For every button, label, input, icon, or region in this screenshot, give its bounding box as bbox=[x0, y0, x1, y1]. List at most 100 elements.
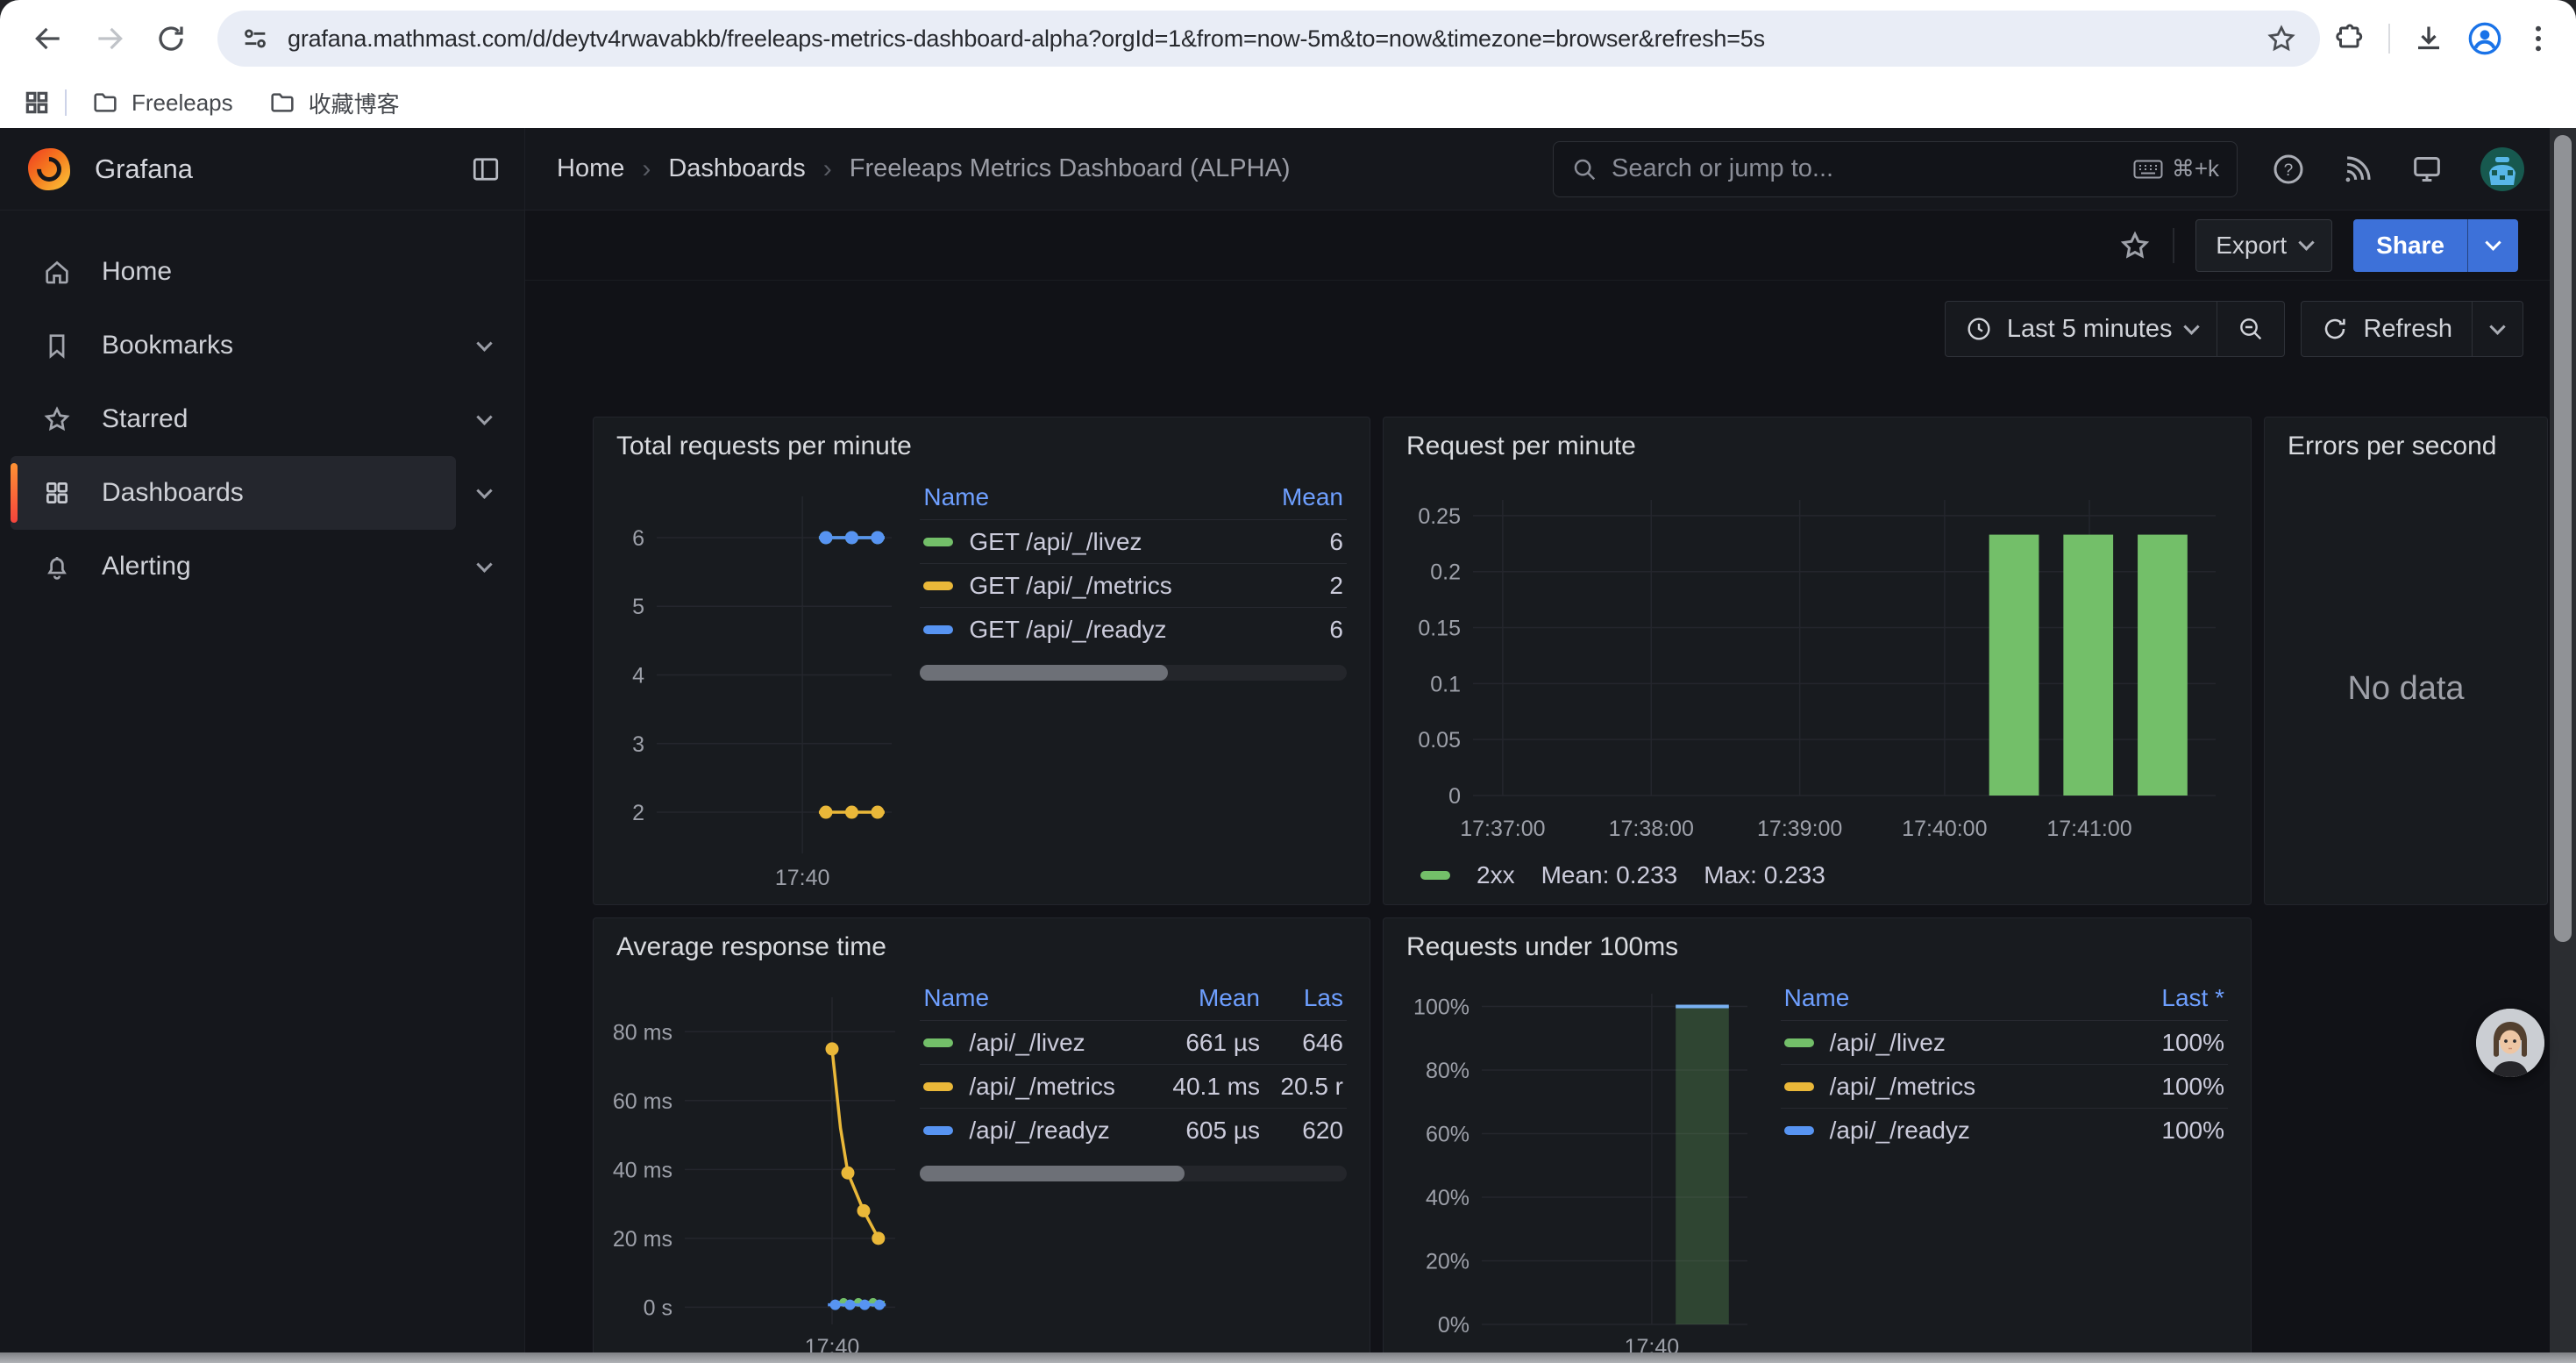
address-bar[interactable]: grafana.mathmast.com/d/deytv4rwavabkb/fr… bbox=[217, 11, 2320, 67]
floating-assistant-avatar[interactable] bbox=[2476, 1009, 2544, 1077]
downloads-icon[interactable] bbox=[2413, 23, 2444, 54]
legend-series-name[interactable]: GET /api/_/livez bbox=[923, 528, 1212, 556]
svg-text:40%: 40% bbox=[1426, 1186, 1469, 1210]
legend-series-name[interactable]: /api/_/readyz bbox=[923, 1117, 1120, 1145]
series-name[interactable]: 2xx bbox=[1477, 861, 1515, 889]
grafana-app: Grafana Home › Dashboards › Freeleaps Me… bbox=[0, 128, 2576, 1363]
legend-series-name[interactable]: /api/_/metrics bbox=[1784, 1073, 2110, 1101]
export-button[interactable]: Export bbox=[2195, 219, 2332, 272]
legend-col-header[interactable]: Name bbox=[1784, 984, 2110, 1012]
brand-name: Grafana bbox=[95, 153, 193, 185]
legend-row: GET /api/_/livez6 bbox=[920, 519, 1347, 563]
legend-scrollbar[interactable] bbox=[920, 665, 1347, 681]
sidebar-expand-dashboards[interactable] bbox=[456, 488, 512, 499]
legend-series-name[interactable]: /api/_/livez bbox=[1784, 1029, 2110, 1057]
header-icons: ? bbox=[2271, 146, 2550, 192]
site-settings-icon[interactable] bbox=[240, 24, 270, 54]
breadcrumb-home[interactable]: Home bbox=[557, 154, 624, 183]
svg-text:40 ms: 40 ms bbox=[613, 1158, 672, 1182]
panel-title[interactable]: Average response time bbox=[594, 918, 1370, 974]
menu-kebab-icon[interactable] bbox=[2525, 24, 2551, 54]
breadcrumb-dashboards[interactable]: Dashboards bbox=[668, 154, 805, 183]
legend-col-header[interactable]: Last * bbox=[2110, 984, 2224, 1012]
forward-button[interactable] bbox=[84, 13, 135, 64]
back-button[interactable] bbox=[23, 13, 74, 64]
share-dropdown-button[interactable] bbox=[2467, 219, 2518, 272]
legend-series-name[interactable]: /api/_/metrics bbox=[923, 1073, 1120, 1101]
series-color-pill bbox=[1784, 1082, 1814, 1091]
series-max: Max: 0.233 bbox=[1704, 861, 1825, 889]
legend-series-name[interactable]: GET /api/_/metrics bbox=[923, 572, 1212, 600]
sidebar-item-starred[interactable]: Starred bbox=[0, 382, 524, 456]
search-bar[interactable]: ⌘+k bbox=[1553, 141, 2238, 197]
bookmarks-divider bbox=[65, 89, 67, 116]
legend-col-header[interactable]: Las bbox=[1260, 984, 1343, 1012]
svg-text:17:41:00: 17:41:00 bbox=[2046, 817, 2131, 841]
legend-col-header[interactable]: Name bbox=[923, 483, 1212, 511]
page-scrollbar[interactable] bbox=[2550, 128, 2576, 1352]
svg-text:0.25: 0.25 bbox=[1418, 504, 1461, 529]
refresh-button[interactable]: Refresh bbox=[2302, 302, 2472, 356]
legend-table: NameLast * /api/_/livez100% /api/_/metri… bbox=[1767, 974, 2240, 1363]
svg-text:0.05: 0.05 bbox=[1418, 728, 1461, 753]
bookmark-folder-freeleaps[interactable]: Freeleaps bbox=[81, 85, 244, 120]
chart-svg: 0 s20 ms40 ms60 ms80 ms17:40 bbox=[604, 974, 906, 1363]
legend-value: 100% bbox=[2110, 1029, 2224, 1057]
panel-title[interactable]: Total requests per minute bbox=[594, 417, 1370, 474]
share-button[interactable]: Share bbox=[2353, 219, 2467, 272]
sidebar-item-home[interactable]: Home bbox=[0, 235, 524, 309]
sidebar-item-alerting[interactable]: Alerting bbox=[0, 530, 524, 603]
sidebar-expand-bookmarks[interactable] bbox=[456, 340, 512, 352]
search-input[interactable] bbox=[1612, 154, 2119, 183]
legend-series-name[interactable]: /api/_/livez bbox=[923, 1029, 1120, 1057]
timeseries-chart[interactable]: 0 s20 ms40 ms60 ms80 ms17:40 bbox=[604, 974, 906, 1363]
bookmark-star-icon[interactable] bbox=[2266, 23, 2297, 54]
extensions-icon[interactable] bbox=[2334, 23, 2366, 54]
breadcrumb-separator: › bbox=[823, 154, 832, 184]
time-controls-bar: Last 5 minutes Refresh bbox=[525, 281, 2576, 377]
legend-row: /api/_/metrics100% bbox=[1781, 1064, 2228, 1108]
bar-chart[interactable]: 00.050.10.150.20.2517:37:0017:38:0017:39… bbox=[1394, 474, 2240, 851]
bell-icon bbox=[42, 552, 72, 582]
sidebar-expand-starred[interactable] bbox=[456, 414, 512, 425]
refresh-interval-dropdown[interactable] bbox=[2472, 302, 2523, 356]
sidebar-expand-alerting[interactable] bbox=[456, 561, 512, 573]
help-icon[interactable]: ? bbox=[2271, 152, 2306, 187]
svg-text:0: 0 bbox=[1448, 784, 1461, 809]
legend-series-name[interactable]: GET /api/_/readyz bbox=[923, 616, 1212, 644]
bookmark-folder-blogs[interactable]: 收藏博客 bbox=[258, 83, 410, 123]
legend-col-header[interactable]: Mean bbox=[1212, 483, 1343, 511]
legend-value: 6 bbox=[1212, 616, 1343, 644]
panel-title[interactable]: Errors per second bbox=[2265, 417, 2547, 474]
svg-text:60 ms: 60 ms bbox=[613, 1089, 672, 1114]
news-rss-icon[interactable] bbox=[2341, 153, 2374, 186]
sidebar-item-dashboards[interactable]: Dashboards bbox=[0, 456, 524, 530]
svg-text:20 ms: 20 ms bbox=[613, 1227, 672, 1252]
bar-chart[interactable]: 0%20%40%60%80%100%17:40 bbox=[1394, 974, 1767, 1363]
legend-series-name[interactable]: /api/_/readyz bbox=[1784, 1117, 2110, 1145]
display-kiosk-icon[interactable] bbox=[2409, 152, 2444, 187]
sidebar-toggle-button[interactable] bbox=[470, 153, 502, 185]
zoom-out-button[interactable] bbox=[2217, 302, 2284, 356]
scrollbar-thumb[interactable] bbox=[2554, 135, 2572, 942]
grafana-logo[interactable] bbox=[28, 148, 70, 190]
legend-scrollbar[interactable] bbox=[920, 1166, 1347, 1181]
sidebar-item-bookmarks[interactable]: Bookmarks bbox=[0, 309, 524, 382]
reload-button[interactable] bbox=[146, 13, 196, 64]
panel-title[interactable]: Requests under 100ms bbox=[1384, 918, 2251, 974]
header-main: Home › Dashboards › Freeleaps Metrics Da… bbox=[525, 128, 2576, 210]
legend-col-header[interactable]: Mean bbox=[1120, 984, 1260, 1012]
series-color-pill bbox=[923, 582, 953, 590]
star-dashboard-button[interactable] bbox=[2118, 229, 2152, 262]
timeseries-chart[interactable]: 6543217:40 bbox=[604, 474, 906, 896]
panel-title[interactable]: Request per minute bbox=[1384, 417, 2251, 474]
time-range-label: Last 5 minutes bbox=[2007, 315, 2173, 344]
user-avatar[interactable] bbox=[2480, 146, 2525, 192]
time-range-picker[interactable]: Last 5 minutes bbox=[1946, 302, 2217, 356]
apps-grid-icon[interactable] bbox=[23, 89, 51, 117]
legend-col-header[interactable]: Name bbox=[923, 984, 1120, 1012]
profile-avatar-icon[interactable] bbox=[2467, 21, 2502, 56]
horizontal-scrollbar[interactable] bbox=[0, 1352, 2576, 1363]
legend-row: /api/_/readyz605 µs620 bbox=[920, 1108, 1347, 1152]
grafana-header: Grafana Home › Dashboards › Freeleaps Me… bbox=[0, 128, 2576, 211]
